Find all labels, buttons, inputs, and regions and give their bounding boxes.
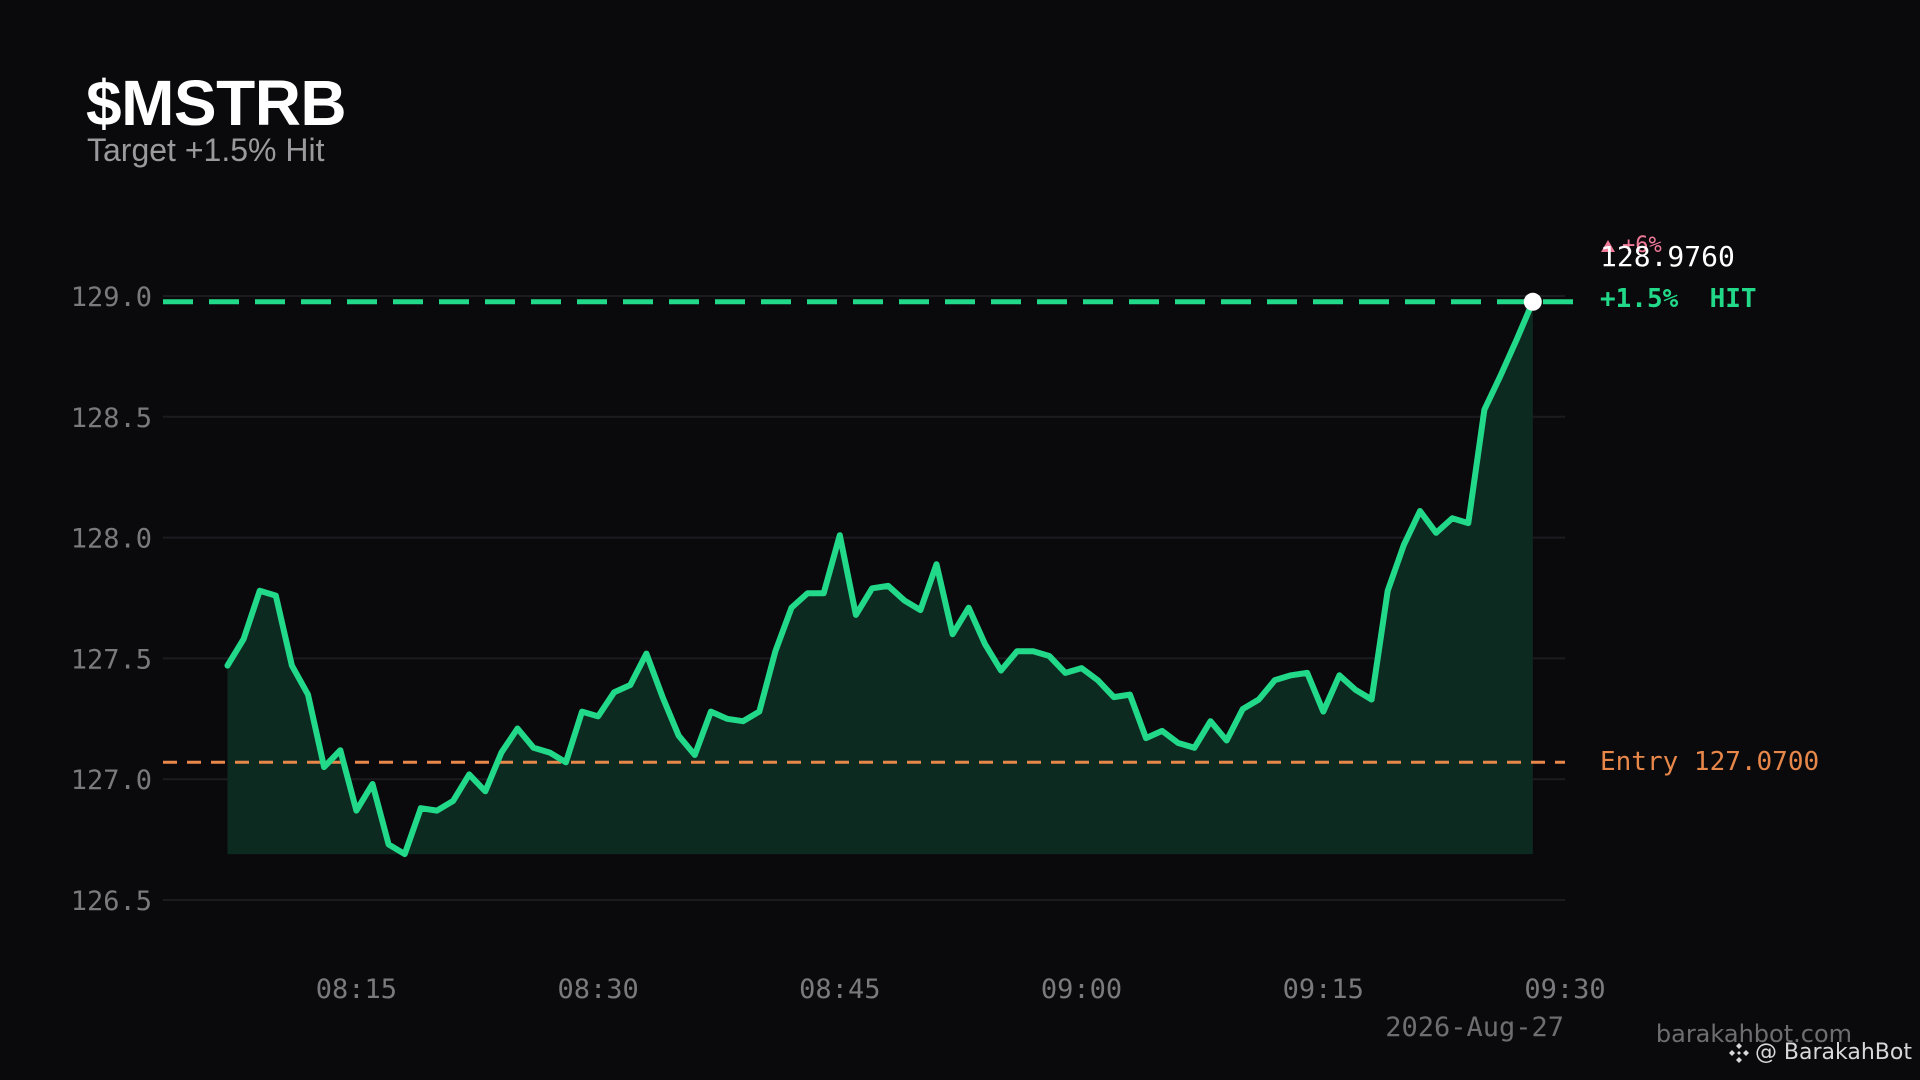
x-tick-label: 08:15 [316,974,397,1005]
y-axis-ticks: 126.5 127.0 127.5 128.0 128.5 129.0 [71,282,152,917]
y-tick-label: 127.0 [71,765,152,796]
last-price-label: 128.9760 [1600,240,1735,273]
x-axis-ticks: 08:15 08:30 08:45 09:00 09:15 09:30 [316,974,1606,1005]
y-tick-label: 126.5 [71,886,152,917]
x-tick-label: 08:45 [799,974,880,1005]
y-tick-label: 129.0 [71,282,152,313]
binance-icon [1728,1042,1749,1063]
y-tick-label: 127.5 [71,644,152,675]
date-label: 2026-Aug-27 [1385,1012,1564,1043]
x-tick-label: 09:15 [1283,974,1364,1005]
x-tick-label: 09:00 [1041,974,1122,1005]
brand-handle: @ BarakahBot [1727,1040,1912,1065]
brand-handle-text: @ BarakahBot [1754,1040,1912,1065]
entry-label: Entry 127.0700 [1600,747,1819,777]
price-chart: 126.5 127.0 127.5 128.0 128.5 129.0 08:15 08:3… [71,233,1819,1043]
price-area-fill [227,301,1533,855]
last-price-marker [1523,292,1542,311]
y-tick-label: 128.0 [71,524,152,555]
x-tick-label: 08:30 [557,974,638,1005]
target-hit-label: +1.5% HIT [1600,284,1757,314]
y-tick-label: 128.5 [71,403,152,434]
x-tick-label: 09:30 [1524,974,1605,1005]
